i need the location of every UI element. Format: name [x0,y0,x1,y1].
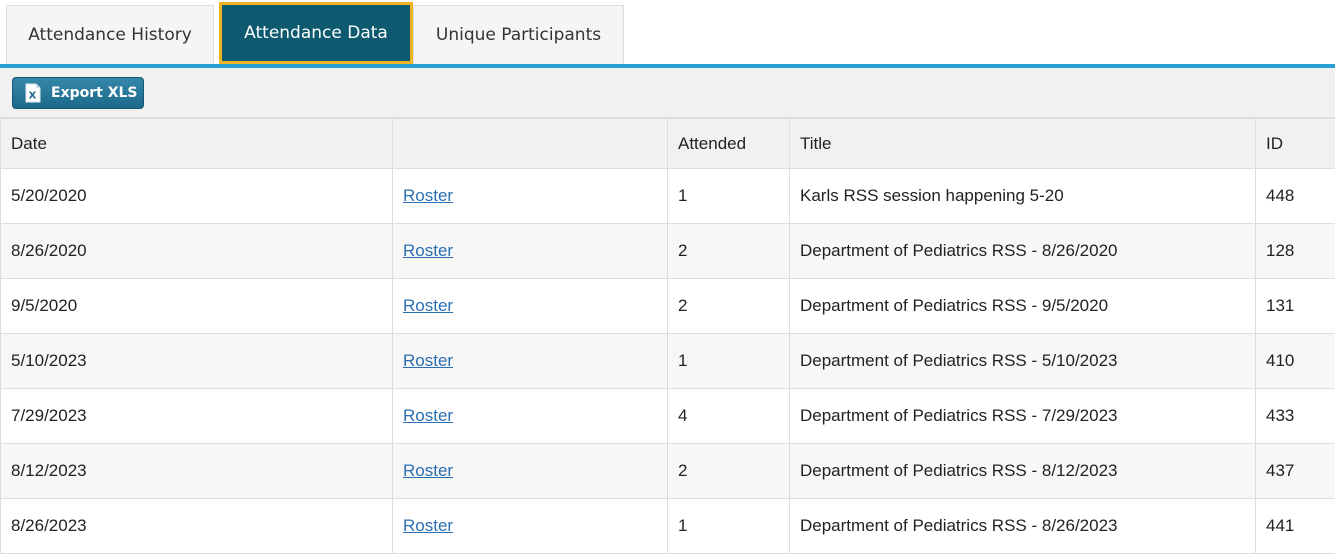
cell-attended: 2 [667,443,790,499]
excel-file-icon: X [25,83,41,103]
cell-title: Karls RSS session happening 5-20 [789,168,1256,224]
cell-id: 437 [1255,443,1335,499]
cell-date: 7/29/2023 [0,388,393,444]
cell-id: 128 [1255,223,1335,279]
cell-attended: 1 [667,498,790,554]
roster-link[interactable]: Roster [403,406,453,425]
toolbar: X Export XLS [0,68,1335,118]
roster-link[interactable]: Roster [403,461,453,480]
cell-date: 8/26/2023 [0,498,393,554]
cell-title: Department of Pediatrics RSS - 7/29/2023 [789,388,1256,444]
column-header-title[interactable]: Title [789,118,1256,169]
tab-label: Attendance History [28,25,192,45]
cell-title: Department of Pediatrics RSS - 8/26/2020 [789,223,1256,279]
tab-attendance-history[interactable]: Attendance History [6,5,214,64]
roster-link[interactable]: Roster [403,241,453,260]
cell-id: 410 [1255,333,1335,389]
cell-id: 433 [1255,388,1335,444]
cell-date: 8/26/2020 [0,223,393,279]
svg-text:X: X [29,91,37,102]
cell-roster: Roster [392,498,668,554]
cell-date: 8/12/2023 [0,443,393,499]
export-label: Export XLS [51,85,138,101]
cell-title: Department of Pediatrics RSS - 9/5/2020 [789,278,1256,334]
tab-label: Unique Participants [435,25,602,45]
roster-link[interactable]: Roster [403,186,453,205]
column-header-attended[interactable]: Attended [667,118,790,169]
table-row: 7/29/2023 Roster 4 Department of Pediatr… [0,388,1335,444]
table-row: 8/26/2023 Roster 1 Department of Pediatr… [0,498,1335,554]
cell-roster: Roster [392,443,668,499]
table-row: 5/10/2023 Roster 1 Department of Pediatr… [0,333,1335,389]
cell-title: Department of Pediatrics RSS - 8/26/2023 [789,498,1256,554]
cell-attended: 4 [667,388,790,444]
export-xls-button[interactable]: X Export XLS [12,77,144,109]
cell-date: 9/5/2020 [0,278,393,334]
cell-roster: Roster [392,168,668,224]
cell-id: 131 [1255,278,1335,334]
cell-id: 448 [1255,168,1335,224]
tab-label: Attendance Data [244,23,388,43]
cell-attended: 2 [667,223,790,279]
table-row: 8/12/2023 Roster 2 Department of Pediatr… [0,443,1335,499]
tab-attendance-data[interactable]: Attendance Data [219,2,413,64]
roster-link[interactable]: Roster [403,516,453,535]
attendance-table: Date Attended Title ID 5/20/2020 Roster … [0,118,1335,554]
table-row: 8/26/2020 Roster 2 Department of Pediatr… [0,223,1335,279]
tab-unique-participants[interactable]: Unique Participants [413,5,624,64]
tab-bar: Attendance History Attendance Data Uniqu… [0,0,1335,68]
cell-title: Department of Pediatrics RSS - 5/10/2023 [789,333,1256,389]
table-row: 5/20/2020 Roster 1 Karls RSS session hap… [0,168,1335,224]
table-row: 9/5/2020 Roster 2 Department of Pediatri… [0,278,1335,334]
column-header-date[interactable]: Date [0,118,393,169]
roster-link[interactable]: Roster [403,296,453,315]
cell-roster: Roster [392,223,668,279]
cell-date: 5/10/2023 [0,333,393,389]
cell-date: 5/20/2020 [0,168,393,224]
table-header-row: Date Attended Title ID [0,118,1335,169]
column-header-id[interactable]: ID [1255,118,1335,169]
roster-link[interactable]: Roster [403,351,453,370]
cell-id: 441 [1255,498,1335,554]
column-header-roster [392,118,668,169]
cell-roster: Roster [392,333,668,389]
cell-roster: Roster [392,278,668,334]
cell-roster: Roster [392,388,668,444]
cell-attended: 1 [667,168,790,224]
cell-attended: 1 [667,333,790,389]
cell-attended: 2 [667,278,790,334]
cell-title: Department of Pediatrics RSS - 8/12/2023 [789,443,1256,499]
